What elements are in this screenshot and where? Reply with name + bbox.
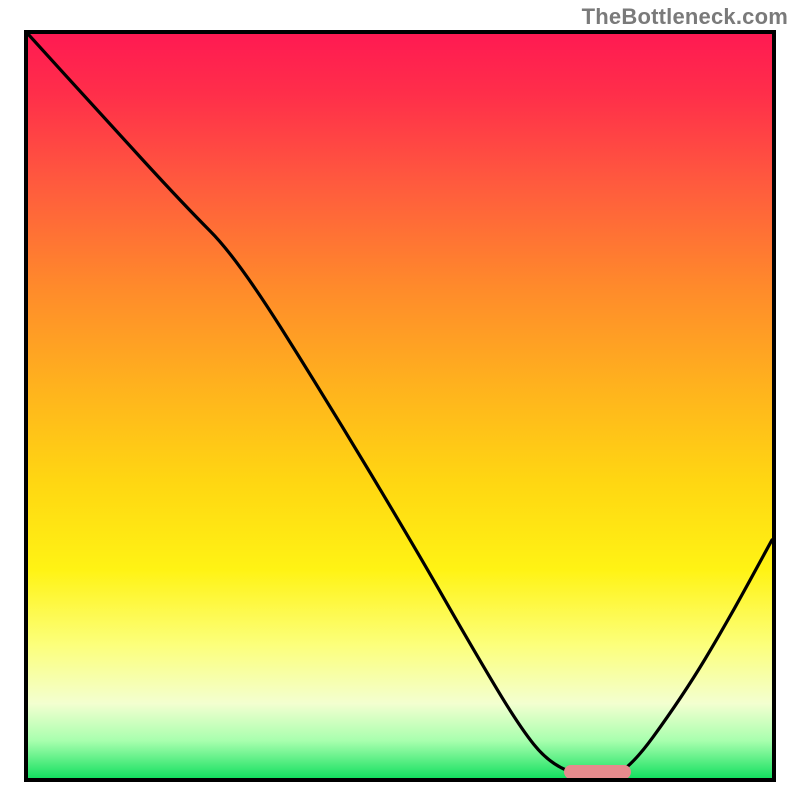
curve-path — [28, 34, 772, 778]
chart-container: TheBottleneck.com — [0, 0, 800, 800]
watermark-text: TheBottleneck.com — [582, 4, 788, 30]
minimum-marker — [564, 765, 631, 779]
chart-frame — [24, 30, 776, 782]
curve-svg — [28, 34, 772, 778]
